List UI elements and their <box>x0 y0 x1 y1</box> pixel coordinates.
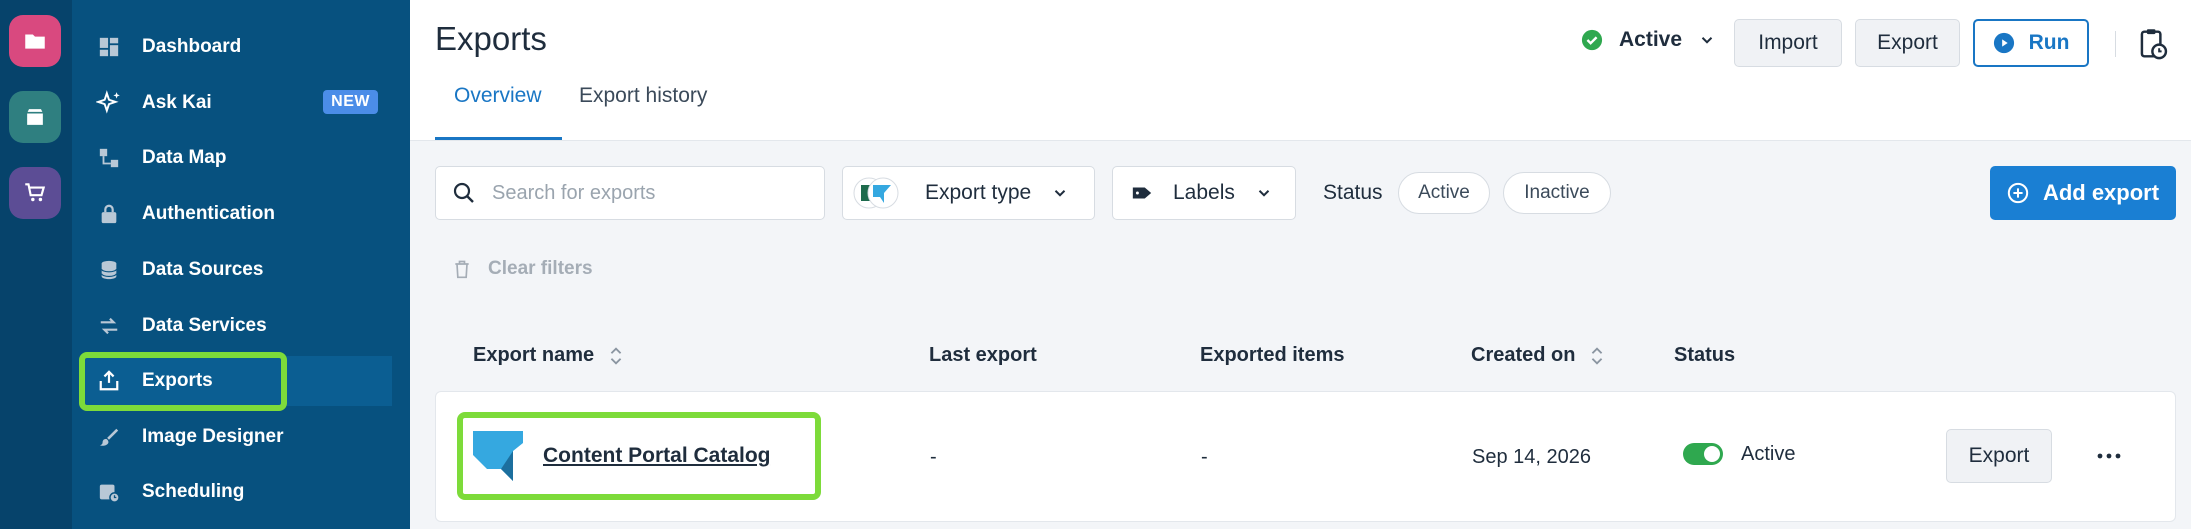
search-placeholder: Search for exports <box>492 181 656 204</box>
folder-icon <box>25 34 45 49</box>
export-type-logos-icon <box>853 177 899 209</box>
more-options-button[interactable] <box>2096 444 2122 473</box>
database-icon <box>96 257 122 283</box>
sidebar-item-data-map[interactable]: Data Map <box>82 133 392 183</box>
cart-icon <box>25 183 46 202</box>
lock-icon <box>96 201 122 227</box>
search-input[interactable]: Search for exports <box>435 166 825 220</box>
tab-export-history[interactable]: Export history <box>579 84 707 108</box>
sidebar-item-label: Data Sources <box>142 259 264 280</box>
sidebar-item-data-services[interactable]: Data Services <box>82 301 392 351</box>
sidebar-item-label: Exports <box>142 370 213 391</box>
sidebar-item-label: Image Designer <box>142 426 284 447</box>
export-type-dropdown[interactable]: Export type <box>842 166 1095 220</box>
table-row: Content Portal Catalog - - Sep 14, 2026 … <box>435 391 2176 522</box>
sidebar-item-label: Data Services <box>142 315 267 336</box>
sort-icon <box>610 346 622 365</box>
sidebar-item-label: Data Map <box>142 147 227 168</box>
import-button[interactable]: Import <box>1734 19 1842 67</box>
sidebar-item-image-designer[interactable]: Image Designer <box>82 412 392 462</box>
labels-label: Labels <box>1173 181 1235 204</box>
column-last-export: Last export <box>929 344 1037 366</box>
column-label: Export name <box>473 344 595 366</box>
chevron-down-icon <box>1701 37 1713 44</box>
sidebar-item-dashboard[interactable]: Dashboard <box>82 22 392 72</box>
exported-items-value: - <box>1201 446 1208 468</box>
clipboard-clock-icon <box>2140 29 2168 60</box>
sort-icon <box>1592 346 1603 365</box>
column-label: Created on <box>1471 344 1576 366</box>
created-on-value: Sep 14, 2026 <box>1472 446 1591 468</box>
sidebar-item-exports[interactable]: Exports <box>82 356 392 406</box>
app-store-button[interactable] <box>9 91 61 143</box>
export-icon <box>96 368 122 394</box>
sidebar: Dashboard Ask Kai NEW Data Map Authentic… <box>72 0 410 529</box>
swap-icon <box>96 313 122 339</box>
tab-overview[interactable]: Overview <box>454 84 542 108</box>
chevron-down-icon <box>1258 190 1270 197</box>
column-export-name[interactable]: Export name <box>473 344 624 367</box>
status-filter-active[interactable]: Active <box>1398 172 1490 214</box>
content-portal-logo-icon <box>473 431 523 481</box>
status-filter-inactive[interactable]: Inactive <box>1503 172 1611 214</box>
labels-dropdown[interactable]: Labels <box>1112 166 1296 220</box>
check-circle-icon <box>1581 29 1603 51</box>
last-export-value: - <box>930 446 937 468</box>
page-header: Exports Overview Export history Active I… <box>410 0 2191 141</box>
chevron-down-icon <box>1055 190 1066 197</box>
trash-icon <box>455 260 469 279</box>
run-label: Run <box>2028 31 2070 54</box>
sidebar-item-data-sources[interactable]: Data Sources <box>82 245 392 295</box>
sidebar-item-authentication[interactable]: Authentication <box>82 189 392 239</box>
page-title: Exports <box>435 20 547 57</box>
sidebar-item-label: Dashboard <box>142 36 242 57</box>
sidebar-item-scheduling[interactable]: Scheduling <box>82 467 392 517</box>
sidebar-item-label: Authentication <box>142 203 275 224</box>
run-button[interactable]: Run <box>1973 19 2089 67</box>
app-rail <box>0 0 72 529</box>
app-folder-button[interactable] <box>9 15 61 67</box>
data-map-icon <box>96 145 122 171</box>
active-tab-indicator <box>435 137 562 140</box>
tag-icon <box>1132 187 1152 199</box>
column-exported-items: Exported items <box>1200 344 1345 366</box>
export-header-button[interactable]: Export <box>1855 19 1960 67</box>
more-horizontal-icon <box>2097 453 2121 459</box>
sidebar-item-ask-kai[interactable]: Ask Kai NEW <box>82 78 392 128</box>
column-created-on[interactable]: Created on <box>1471 344 1605 367</box>
clear-filters-label: Clear filters <box>488 258 593 279</box>
schedule-history-button[interactable] <box>2138 28 2168 65</box>
dashboard-icon <box>96 34 122 60</box>
status-dropdown[interactable]: Active <box>1581 28 1716 52</box>
clear-filters-button[interactable]: Clear filters <box>452 258 593 280</box>
column-status: Status <box>1674 344 1736 366</box>
new-badge: NEW <box>323 90 378 114</box>
add-export-label: Add export <box>2042 180 2160 205</box>
plus-circle-icon <box>2007 182 2029 204</box>
sidebar-item-label: Ask Kai <box>142 92 212 113</box>
status-filter-label: Status <box>1323 181 1383 204</box>
export-type-label: Export type <box>925 181 1032 204</box>
play-circle-icon <box>1993 32 2014 54</box>
app-cart-button[interactable] <box>9 167 61 219</box>
status-value: Active <box>1619 28 1683 51</box>
row-export-button[interactable]: Export <box>1946 429 2052 483</box>
export-name-link[interactable]: Content Portal Catalog <box>543 444 771 468</box>
sparkle-icon <box>96 90 122 116</box>
status-value: Active <box>1741 443 1796 465</box>
calendar-clock-icon <box>96 479 122 505</box>
add-export-button[interactable]: Add export <box>1990 166 2176 220</box>
sidebar-item-label: Scheduling <box>142 481 245 502</box>
main-content: Exports Overview Export history Active I… <box>410 0 2191 529</box>
box-icon <box>25 107 45 127</box>
search-icon <box>453 182 474 203</box>
divider <box>2115 31 2116 57</box>
brush-icon <box>96 424 122 450</box>
status-toggle[interactable] <box>1683 443 1723 465</box>
